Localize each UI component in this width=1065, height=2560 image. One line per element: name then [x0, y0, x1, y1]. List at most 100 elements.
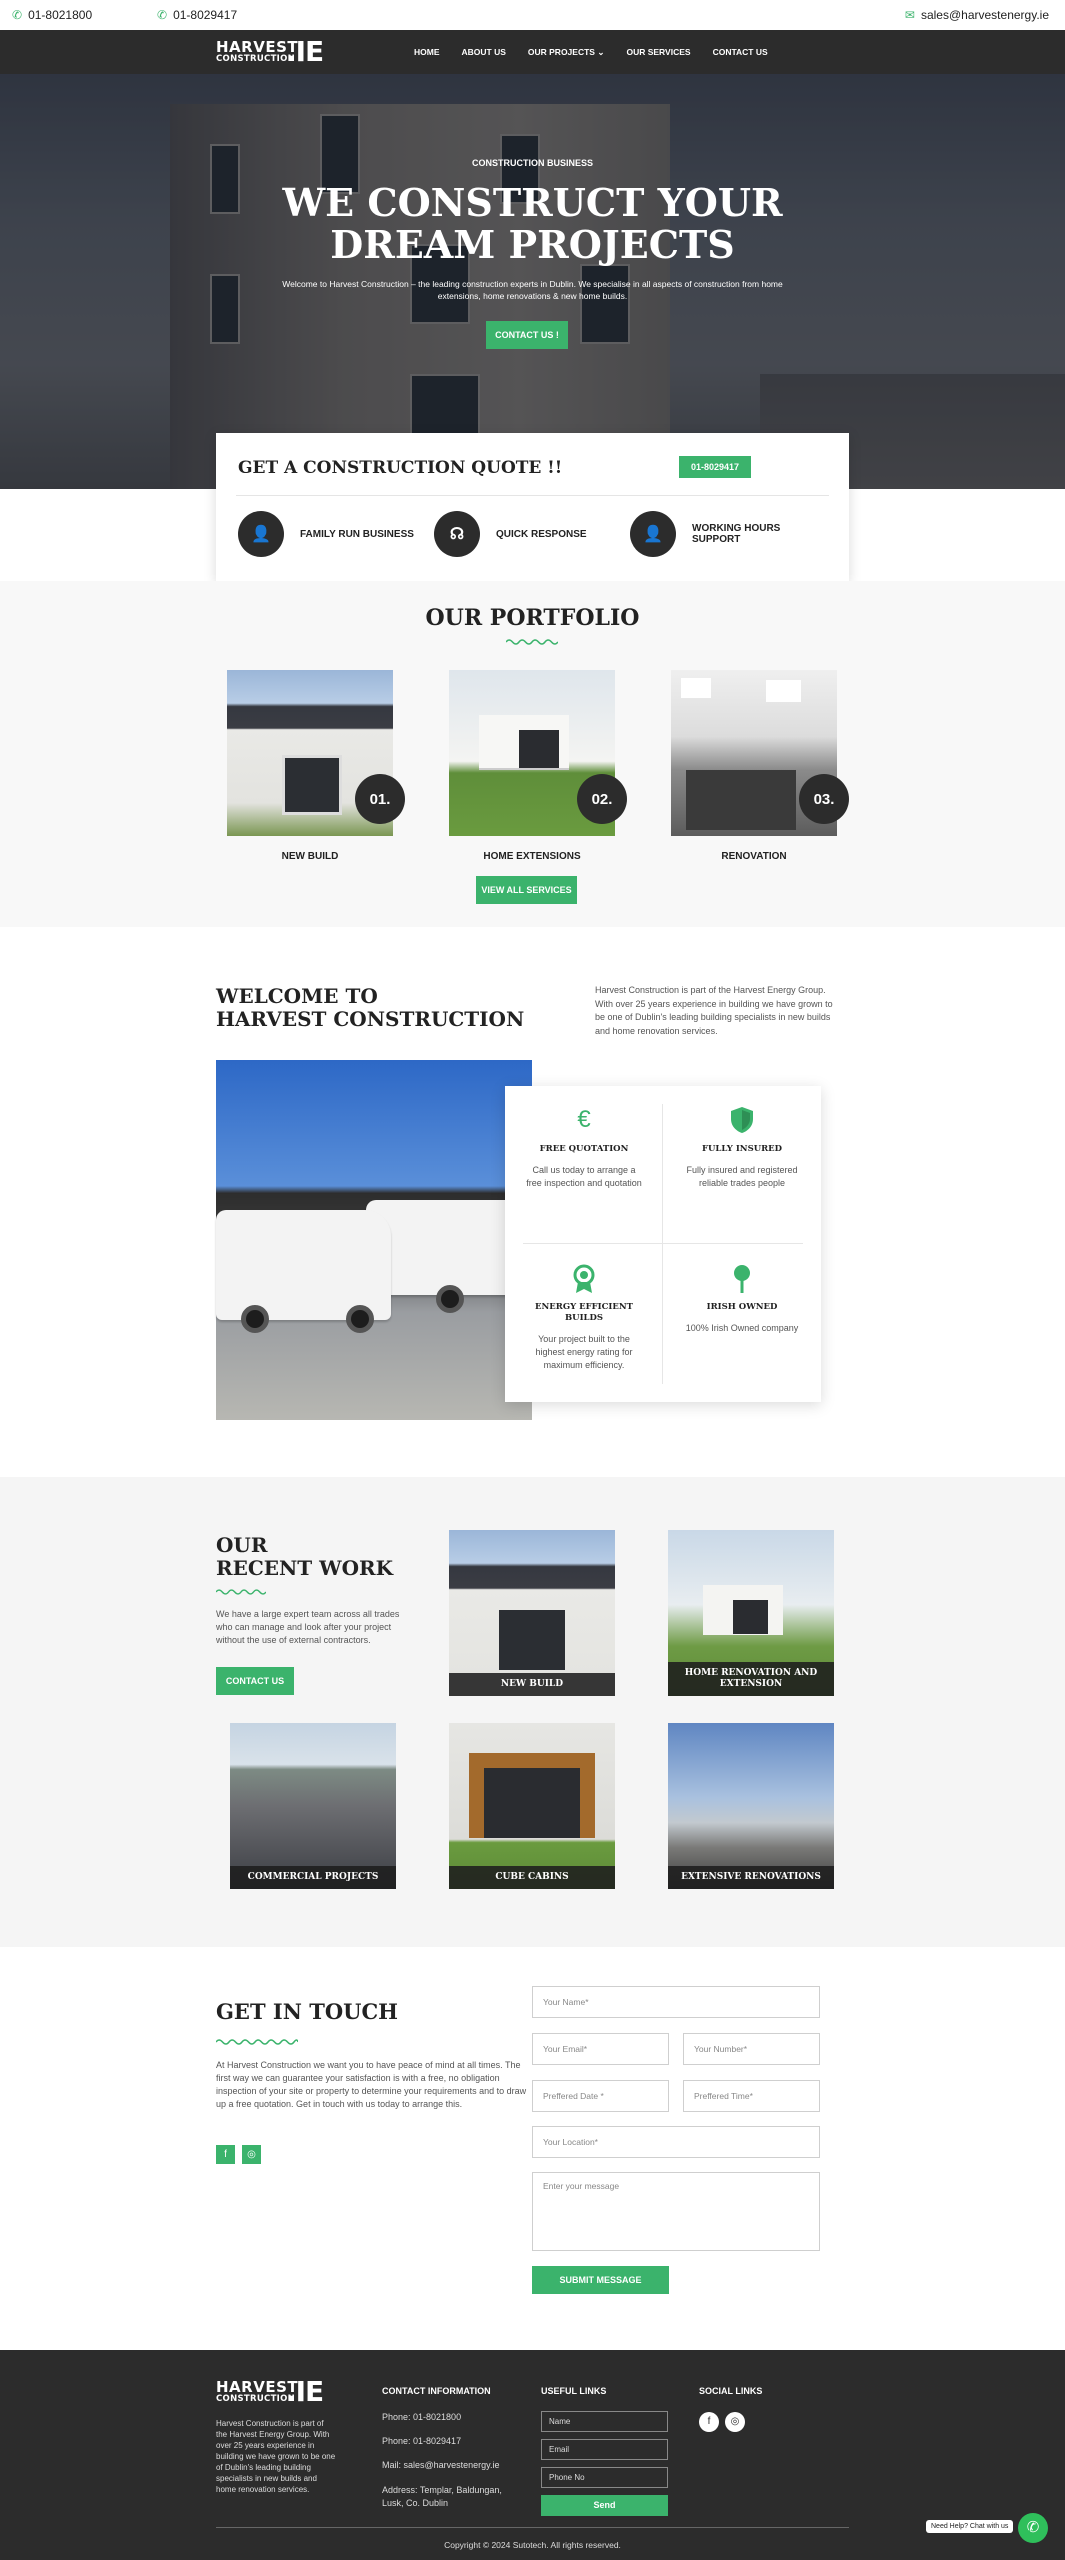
mail-icon: ✉: [904, 8, 915, 22]
nav-menu: HOME ABOUT US OUR PROJECTS ⌄ OUR SERVICE…: [414, 47, 768, 58]
site-logo[interactable]: HARVEST CONSTRUCTION .IE: [216, 38, 324, 66]
feature-description: Call us today to arrange a free inspecti…: [526, 1165, 642, 1188]
welcome-section: WELCOME TO HARVEST CONSTRUCTION Harvest …: [0, 927, 1065, 1477]
portfolio-card-new-build[interactable]: 01.: [227, 670, 405, 836]
recent-card-label: HOME RENOVATION AND EXTENSION: [668, 1662, 834, 1696]
welcome-title-line-2: HARVEST CONSTRUCTION: [216, 1007, 525, 1031]
nav-contact-us[interactable]: CONTACT US: [713, 47, 768, 58]
quote-phone-button[interactable]: 01-8029417: [679, 456, 751, 478]
recent-card-extensive-renovations[interactable]: EXTENSIVE RENOVATIONS: [668, 1723, 834, 1889]
hero-title-line-2: DREAM PROJECTS: [330, 222, 735, 267]
facebook-icon[interactable]: f: [216, 2145, 235, 2164]
welcome-title: WELCOME TO HARVEST CONSTRUCTION: [216, 985, 524, 1031]
pin-icon: [663, 1264, 821, 1294]
phone-icon: ✆: [157, 8, 168, 22]
date-field[interactable]: Preffered Date *: [532, 2080, 669, 2112]
feature-family-run-label: FAMILY RUN BUSINESS: [300, 528, 414, 540]
footer-send-button[interactable]: Send: [541, 2495, 668, 2516]
submit-message-button[interactable]: SUBMIT MESSAGE: [532, 2266, 669, 2294]
feature-title: IRISH OWNED: [706, 1302, 778, 1312]
number-field[interactable]: Your Number*: [683, 2033, 820, 2065]
welcome-title-line-1: WELCOME TO: [216, 984, 378, 1008]
family-icon: 👤: [238, 511, 284, 557]
recent-card-label: COMMERCIAL PROJECTS: [230, 1866, 396, 1889]
topbar-phone-1[interactable]: ✆ 01-8021800: [12, 8, 92, 22]
feature-quick-response: ☊ QUICK RESPONSE: [434, 511, 587, 557]
chat-label[interactable]: Need Help? Chat with us: [926, 2520, 1014, 2533]
portfolio-image-new-build: 01.: [227, 670, 405, 836]
name-field[interactable]: Your Name*: [532, 1986, 820, 2018]
recent-work-section: OUR RECENT WORK We have a large expert t…: [0, 1477, 1065, 1947]
recent-title-line-2: RECENT WORK: [216, 1556, 394, 1580]
portfolio-card-renovation[interactable]: 03.: [671, 670, 849, 836]
hero-description: Welcome to Harvest Construction – the le…: [282, 279, 783, 301]
hero-title-line-1: WE CONSTRUCT YOUR: [282, 180, 783, 225]
main-navigation: HARVEST CONSTRUCTION .IE HOME ABOUT US O…: [0, 30, 1065, 74]
phone-icon: ✆: [12, 8, 23, 22]
quote-title: GET A CONSTRUCTION QUOTE !!: [238, 458, 563, 478]
wave-divider-icon: [216, 1589, 266, 1595]
hero-contact-button[interactable]: CONTACT US !: [486, 321, 568, 349]
contact-title: GET IN TOUCH: [216, 1999, 398, 2024]
portfolio-label-home-extensions: HOME EXTENSIONS: [483, 851, 581, 862]
contact-info-heading: CONTACT INFORMATION: [382, 2386, 491, 2396]
message-field[interactable]: Enter your message: [532, 2172, 820, 2251]
welcome-vans-photo: [216, 1060, 536, 1420]
contact-paragraph: At Harvest Construction we want you to h…: [216, 2060, 527, 2109]
support-icon: 👤: [630, 511, 676, 557]
topbar-email[interactable]: ✉ sales@harvestenergy.ie: [905, 8, 1049, 22]
chat-widget[interactable]: Need Help? Chat with us ✆: [926, 2513, 1048, 2543]
footer-email-input[interactable]: Email: [541, 2439, 668, 2460]
recent-title-line-1: OUR: [216, 1533, 268, 1557]
feature-energy-efficient: ENERGY EFFICIENT BUILDS Your project bui…: [505, 1244, 663, 1402]
nav-our-projects[interactable]: OUR PROJECTS ⌄: [528, 47, 605, 58]
instagram-icon[interactable]: ◎: [725, 2412, 745, 2432]
nav-home[interactable]: HOME: [414, 47, 440, 58]
footer-phone-input[interactable]: Phone No: [541, 2467, 668, 2488]
topbar-phone-2-text: 01-8029417: [173, 8, 238, 22]
email-field[interactable]: Your Email*: [532, 2033, 669, 2065]
contact-section: GET IN TOUCH At Harvest Construction we …: [0, 1947, 1065, 2350]
facebook-icon[interactable]: f: [699, 2412, 719, 2432]
topbar-email-text: sales@harvestenergy.ie: [920, 8, 1049, 22]
feature-description: Fully insured and registered reliable tr…: [686, 1165, 798, 1188]
footer-mail[interactable]: Mail: sales@harvestenergy.ie: [382, 2460, 500, 2470]
view-all-services-button[interactable]: VIEW ALL SERVICES: [476, 876, 577, 904]
instagram-icon[interactable]: ◎: [242, 2145, 261, 2164]
nav-about-us[interactable]: ABOUT US: [462, 47, 506, 58]
topbar-phone-2[interactable]: ✆ 01-8029417: [157, 8, 237, 22]
time-field[interactable]: Preffered Time*: [683, 2080, 820, 2112]
nav-our-projects-label: OUR PROJECTS: [527, 47, 595, 57]
shield-icon: [663, 1106, 821, 1136]
wave-divider-icon: [506, 639, 558, 645]
recent-work-title: OUR RECENT WORK: [216, 1534, 393, 1580]
whatsapp-icon[interactable]: ✆: [1018, 2513, 1048, 2543]
divider: [236, 495, 829, 496]
recent-card-label: EXTENSIVE RENOVATIONS: [668, 1866, 834, 1889]
footer-about: Harvest Construction is part of the Harv…: [216, 2419, 336, 2494]
topbar-phone-1-text: 01-8021800: [28, 8, 93, 22]
recent-card-cube-cabins[interactable]: CUBE CABINS: [449, 1723, 615, 1889]
nav-our-services[interactable]: OUR SERVICES: [626, 47, 690, 58]
footer-phone-2[interactable]: Phone: 01-8029417: [382, 2436, 461, 2446]
top-bar: ✆ 01-8021800 ✆ 01-8029417 ✉ sales@harves…: [0, 0, 1065, 30]
hero-subtitle: CONSTRUCTION BUSINESS: [471, 158, 593, 168]
recent-contact-button[interactable]: CONTACT US: [216, 1667, 294, 1695]
portfolio-label-renovation: RENOVATION: [721, 851, 787, 862]
recent-card-home-renovation[interactable]: HOME RENOVATION AND EXTENSION: [668, 1530, 834, 1696]
portfolio-number: 03.: [799, 774, 849, 824]
hero-title: WE CONSTRUCT YOUR DREAM PROJECTS: [0, 182, 1065, 266]
welcome-paragraph: Harvest Construction is part of the Harv…: [595, 985, 833, 1036]
feature-fully-insured: FULLY INSURED Fully insured and register…: [663, 1086, 821, 1244]
footer: HARVEST CONSTRUCTION .IE Harvest Constru…: [0, 2350, 1065, 2560]
euro-icon: €: [577, 1106, 591, 1133]
recent-card-new-build[interactable]: NEW BUILD: [449, 1530, 615, 1696]
footer-name-input[interactable]: Name: [541, 2411, 668, 2432]
portfolio-card-home-extensions[interactable]: 02.: [449, 670, 627, 836]
footer-logo[interactable]: HARVEST CONSTRUCTION .IE: [216, 2378, 324, 2406]
location-field[interactable]: Your Location*: [532, 2126, 820, 2158]
award-icon: [505, 1264, 663, 1294]
recent-card-commercial[interactable]: COMMERCIAL PROJECTS: [230, 1723, 396, 1889]
footer-phone-1[interactable]: Phone: 01-8021800: [382, 2412, 461, 2422]
feature-quick-response-label: QUICK RESPONSE: [496, 528, 587, 540]
